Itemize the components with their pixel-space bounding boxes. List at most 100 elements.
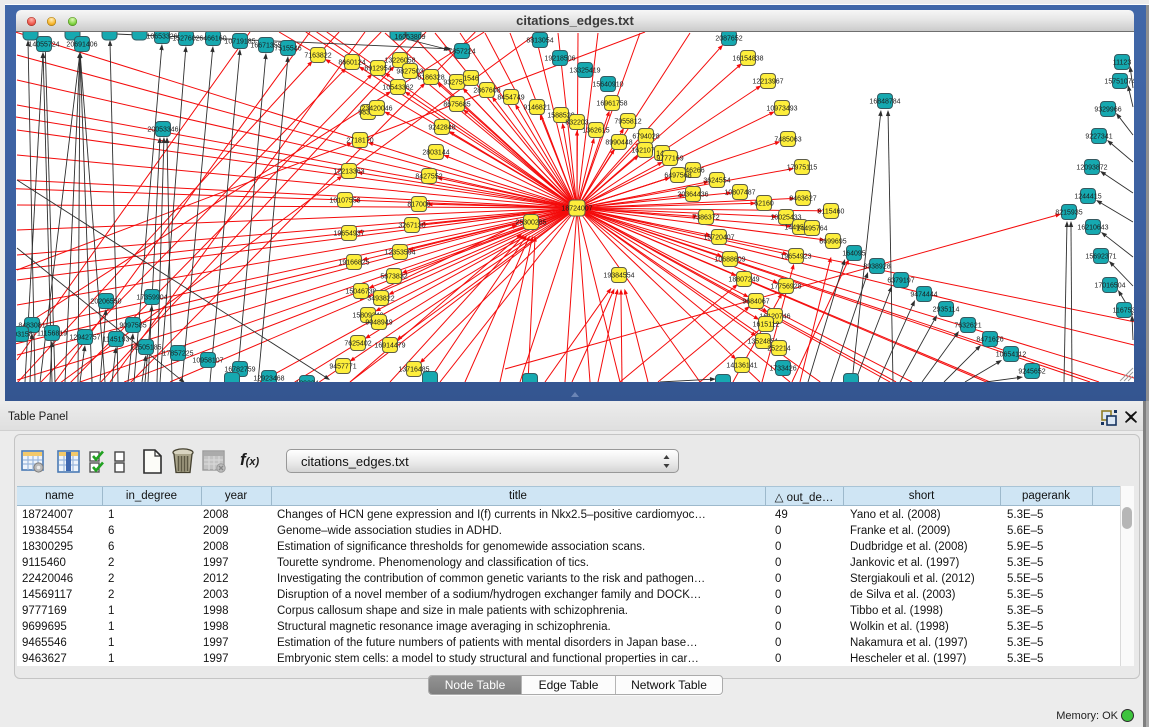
svg-text:12213967: 12213967 — [752, 78, 783, 85]
svg-text:20364436: 20364436 — [677, 191, 708, 198]
svg-text:10543362: 10543362 — [382, 84, 413, 91]
svg-text:25300285: 25300285 — [515, 219, 546, 226]
svg-text:7857224: 7857224 — [448, 48, 475, 55]
svg-text:1527602: 1527602 — [172, 35, 199, 42]
svg-text:6466160: 6466160 — [199, 35, 226, 42]
svg-text:1145193: 1145193 — [103, 336, 130, 343]
svg-text:8813054: 8813054 — [526, 37, 553, 44]
svg-text:6497568: 6497568 — [664, 172, 691, 179]
svg-text:9474444: 9474444 — [910, 291, 937, 298]
svg-text:832203: 832203 — [565, 119, 588, 126]
svg-text:19218506: 19218506 — [544, 55, 575, 62]
svg-text:14136141: 14136141 — [726, 362, 757, 369]
svg-text:13325419: 13325419 — [569, 67, 600, 74]
svg-text:817006: 817006 — [407, 201, 430, 208]
svg-text:2087652: 2087652 — [715, 35, 742, 42]
svg-text:10688609: 10688609 — [714, 256, 745, 263]
svg-text:19384554: 19384554 — [603, 272, 634, 279]
svg-text:8990448: 8990448 — [605, 139, 632, 146]
svg-text:17359904: 17359904 — [136, 294, 167, 301]
svg-text:10973493: 10973493 — [766, 105, 797, 112]
svg-text:1615112: 1615112 — [753, 321, 780, 328]
svg-text:62160: 62160 — [754, 200, 774, 207]
svg-text:9146821: 9146821 — [523, 104, 550, 111]
svg-text:7386372: 7386372 — [692, 214, 719, 221]
svg-text:12093872: 12093872 — [1076, 164, 1107, 171]
svg-text:11156819: 11156819 — [37, 330, 67, 337]
svg-text:129234: 129234 — [295, 380, 318, 382]
svg-text:6794028: 6794028 — [632, 133, 659, 140]
svg-text:17857225: 17857225 — [162, 350, 193, 357]
svg-text:1244415: 1244415 — [1074, 193, 1101, 200]
svg-text:9684067: 9684067 — [742, 298, 769, 305]
svg-text:9097585: 9097585 — [119, 322, 146, 329]
svg-text:15692371: 15692371 — [1085, 253, 1116, 260]
svg-text:9048949: 9048949 — [365, 319, 392, 326]
svg-text:14495764: 14495764 — [796, 225, 827, 232]
svg-text:9457771: 9457771 — [329, 363, 356, 370]
svg-text:12942757: 12942757 — [69, 334, 100, 341]
svg-text:10958107: 10958107 — [192, 357, 223, 364]
svg-text:1733426: 1733426 — [769, 365, 796, 372]
svg-text:8454749: 8454749 — [497, 94, 524, 101]
svg-text:17016504: 17016504 — [1094, 282, 1125, 289]
svg-text:8186328: 8186328 — [417, 74, 444, 81]
svg-text:7163822: 7163822 — [304, 52, 331, 59]
svg-text:9245652: 9245652 — [1018, 368, 1045, 375]
svg-text:3493822: 3493822 — [367, 295, 394, 302]
svg-text:8699695: 8699695 — [819, 238, 846, 245]
svg-text:17975115: 17975115 — [787, 164, 818, 171]
svg-text:15720407: 15720407 — [703, 234, 734, 241]
svg-text:8660124: 8660124 — [338, 59, 365, 66]
svg-text:20691406: 20691406 — [66, 41, 97, 48]
svg-text:2867608: 2867608 — [473, 87, 500, 94]
svg-text:116753: 116753 — [1113, 307, 1134, 314]
svg-text:16053809: 16053809 — [394, 34, 425, 41]
svg-text:2935114: 2935114 — [933, 306, 960, 313]
svg-text:17756928: 17756928 — [770, 283, 801, 290]
svg-text:19654923: 19654923 — [780, 253, 811, 260]
svg-text:16210643: 16210643 — [1077, 224, 1108, 231]
svg-text:993158: 993158 — [16, 331, 33, 338]
svg-text:3624554: 3624554 — [703, 177, 730, 184]
svg-text:8912954: 8912954 — [364, 65, 391, 72]
svg-text:10654112: 10654112 — [996, 351, 1027, 358]
svg-text:9115460: 9115460 — [818, 208, 845, 215]
svg-text:12353594: 12353594 — [384, 249, 415, 256]
svg-text:1546: 1546 — [463, 75, 479, 82]
svg-text:16961758: 16961758 — [596, 100, 627, 107]
svg-text:9463627: 9463627 — [789, 195, 816, 202]
svg-text:2718170: 2718170 — [346, 137, 373, 144]
svg-text:3267130: 3267130 — [398, 222, 425, 229]
svg-text:8471626: 8471626 — [976, 336, 1003, 343]
svg-text:18807249: 18807249 — [728, 276, 759, 283]
svg-text:9329966: 9329966 — [1094, 106, 1121, 113]
svg-text:7625402: 7625402 — [344, 340, 371, 347]
svg-text:6379197: 6379197 — [887, 277, 914, 284]
svg-text:16914479: 16914479 — [374, 342, 405, 349]
svg-text:9777169: 9777169 — [656, 155, 683, 162]
svg-text:10807487: 10807487 — [724, 189, 755, 196]
svg-text:7632621: 7632621 — [954, 322, 981, 329]
svg-text:5873832: 5873832 — [380, 273, 407, 280]
svg-text:23420046: 23420046 — [361, 105, 392, 112]
svg-text:19166825: 19166825 — [338, 259, 369, 266]
svg-text:12505185: 12505185 — [130, 344, 161, 351]
svg-text:14055724: 14055724 — [28, 41, 59, 48]
svg-text:10107553: 10107553 — [329, 197, 360, 204]
svg-text:8938928: 8938928 — [863, 263, 890, 270]
svg-text:7515546: 7515546 — [274, 45, 301, 52]
svg-text:7955812: 7955812 — [614, 118, 641, 125]
svg-text:1362615: 1362615 — [582, 127, 609, 134]
svg-text:7485063: 7485063 — [774, 136, 801, 143]
svg-text:8675685: 8675685 — [443, 101, 470, 108]
svg-text:9242848: 9242848 — [428, 124, 455, 131]
svg-text:16154838: 16154838 — [732, 55, 763, 62]
svg-text:8427552: 8427552 — [415, 173, 442, 180]
svg-text:15046738: 15046738 — [345, 288, 376, 295]
svg-text:11123: 11123 — [1113, 59, 1132, 66]
svg-text:9227341: 9227341 — [1085, 133, 1112, 140]
svg-text:20053346: 20053346 — [147, 126, 178, 133]
svg-text:12213363: 12213363 — [333, 168, 364, 175]
svg-text:16848784: 16848784 — [869, 98, 900, 105]
